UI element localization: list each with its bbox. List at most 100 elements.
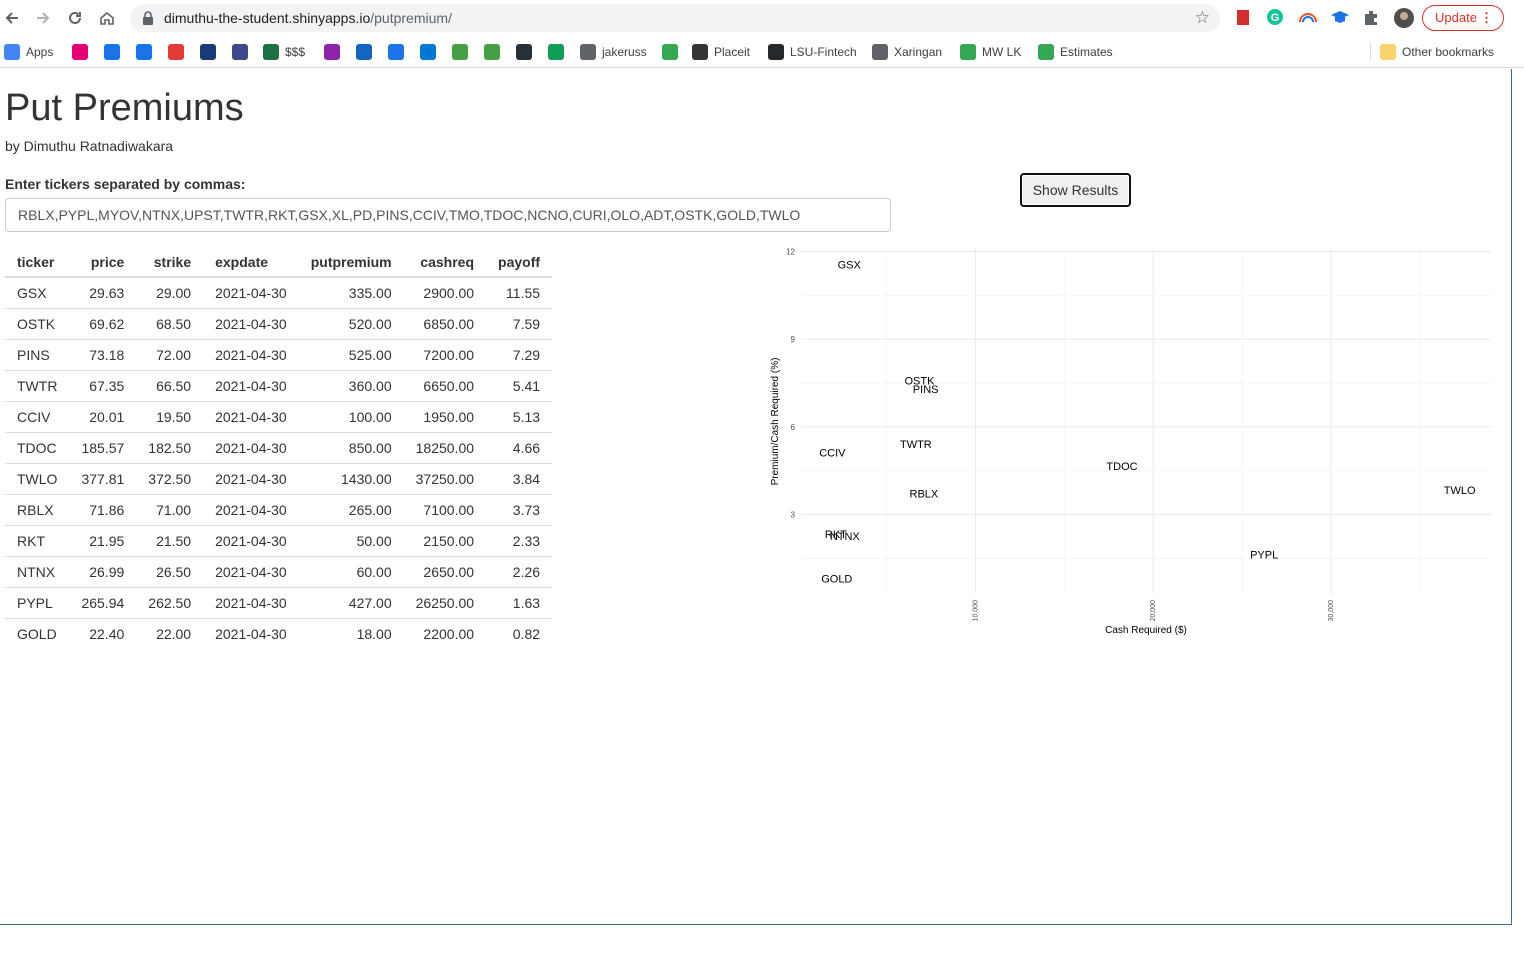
- point-label: GOLD: [821, 573, 852, 585]
- table-cell: GOLD: [5, 617, 70, 649]
- bookmark-item[interactable]: [200, 42, 222, 62]
- wikipedia-icon: [200, 44, 216, 60]
- tickers-label: Enter tickers separated by commas:: [5, 176, 246, 192]
- table-cell: 21.95: [69, 524, 137, 556]
- table-cell: 427.00: [298, 586, 404, 618]
- table-cell: 5.13: [486, 400, 553, 432]
- table-cell: 18250.00: [403, 431, 487, 463]
- bookmark-item[interactable]: $$$: [263, 42, 305, 62]
- table-cell: 72.00: [136, 338, 204, 370]
- update-button[interactable]: Update ⋮: [1422, 5, 1504, 31]
- table-cell: RKT: [5, 524, 70, 556]
- t-mobile-icon: [72, 44, 88, 60]
- table-cell: 1.63: [486, 586, 553, 618]
- x-tick-label: 20,000: [1150, 600, 1157, 622]
- table-cell: 26.50: [136, 555, 204, 587]
- bookmark-item[interactable]: Apps: [4, 42, 53, 62]
- bookmark-item[interactable]: [168, 42, 190, 62]
- bookmark-item[interactable]: Xaringan: [872, 42, 942, 62]
- table-cell: 7200.00: [403, 338, 487, 370]
- table-cell: TDOC: [5, 431, 70, 463]
- x-axis-title: Cash Required ($): [1105, 625, 1187, 636]
- tickers-input[interactable]: [5, 198, 891, 232]
- atom-icon: [356, 44, 372, 60]
- bookmark-item[interactable]: [136, 42, 158, 62]
- show-results-button[interactable]: Show Results: [1020, 173, 1131, 207]
- table-cell: PYPL: [5, 586, 70, 618]
- author-byline: by Dimuthu Ratnadiwakara: [5, 138, 174, 154]
- bookmark-item[interactable]: [324, 42, 346, 62]
- bookmark-item[interactable]: [516, 42, 538, 62]
- y-axis-title: Premium/Cash Required (%): [770, 358, 781, 486]
- table-row: TDOC 185.57 182.50 2021-04-30 850.00 18250.00…: [5, 431, 553, 463]
- bookmark-item[interactable]: [104, 42, 126, 62]
- column-header: payoff: [486, 247, 553, 278]
- bookmark-item[interactable]: [420, 42, 442, 62]
- table-body: GSX 29.63 29.00 2021-04-30 335.00 2900.00 11.5…: [5, 276, 553, 649]
- profile-avatar-icon[interactable]: [1394, 8, 1414, 28]
- table-cell: 2021-04-30: [203, 276, 299, 308]
- table-cell: 360.00: [298, 369, 404, 401]
- bookmark-item[interactable]: MW LK: [960, 42, 1021, 62]
- table-cell: 265.94: [69, 586, 137, 618]
- slack-icon: [324, 44, 340, 60]
- browser-toolbar: dimuthu-the-student.shinyapps.io/putprem…: [0, 0, 1524, 36]
- table-cell: 2021-04-30: [203, 400, 299, 432]
- rainbow-extension-icon[interactable]: [1298, 8, 1318, 28]
- bookmark-item[interactable]: [548, 42, 570, 62]
- table-cell: NTNX: [5, 555, 70, 587]
- table-cell: 1430.00: [298, 462, 404, 494]
- pdf-extension-icon[interactable]: [1234, 8, 1254, 28]
- bookmark-item[interactable]: Placeit: [692, 42, 750, 62]
- bookmark-item[interactable]: jakeruss: [580, 42, 647, 62]
- back-arrow-icon[interactable]: [2, 8, 22, 28]
- apps-grid-icon: [4, 44, 20, 60]
- address-bar[interactable]: dimuthu-the-student.shinyapps.io/putprem…: [130, 4, 1220, 32]
- point-label: RBLX: [910, 488, 939, 500]
- column-header: cashreq: [403, 247, 487, 278]
- bookmark-item[interactable]: LSU-Fintech: [768, 42, 857, 62]
- table-cell: PINS: [5, 338, 70, 370]
- y-tick-label: 6: [791, 423, 796, 432]
- table-cell: 2021-04-30: [203, 617, 299, 649]
- bookmark-item[interactable]: Estimates: [1038, 42, 1113, 62]
- results-table: ticker price strike expdate putpremium cashre…: [5, 247, 553, 649]
- extensions-puzzle-icon[interactable]: [1362, 8, 1382, 28]
- table-cell: GSX: [5, 276, 70, 308]
- other-bookmarks[interactable]: Other bookmarks: [1380, 42, 1494, 62]
- table-cell: 2900.00: [403, 276, 487, 308]
- table-cell: 2021-04-30: [203, 431, 299, 463]
- y-tick-label: 12: [786, 248, 795, 257]
- bookmark-item[interactable]: [388, 42, 410, 62]
- graduation-cap-icon[interactable]: [1330, 8, 1350, 28]
- table-row: OSTK 69.62 68.50 2021-04-30 520.00 6850.00 7.5…: [5, 307, 553, 339]
- bookmark-item[interactable]: [662, 42, 684, 62]
- news-icon: [516, 44, 532, 60]
- table-cell: 100.00: [298, 400, 404, 432]
- forward-arrow-icon[interactable]: [33, 8, 53, 28]
- grammarly-icon[interactable]: G: [1266, 8, 1286, 28]
- table-cell: 11.55: [486, 276, 553, 308]
- column-header: putpremium: [298, 247, 404, 278]
- bookmark-label: jakeruss: [602, 45, 647, 59]
- bookmark-item[interactable]: [484, 42, 506, 62]
- table-cell: 2021-04-30: [203, 524, 299, 556]
- reload-icon[interactable]: [65, 8, 85, 28]
- home-icon[interactable]: [97, 8, 117, 28]
- bookmark-app-icon: [168, 44, 184, 60]
- table-cell: 3.73: [486, 493, 553, 525]
- page-content: Put Premiums by Dimuthu Ratnadiwakara En…: [0, 69, 1512, 925]
- bookmark-star-icon[interactable]: ☆: [1195, 8, 1210, 28]
- bookmark-item[interactable]: [232, 42, 254, 62]
- bookmark-item[interactable]: [72, 42, 94, 62]
- table-cell: 2021-04-30: [203, 586, 299, 618]
- table-cell: 185.57: [69, 431, 137, 463]
- table-cell: 50.00: [298, 524, 404, 556]
- table-cell: 2021-04-30: [203, 307, 299, 339]
- table-cell: 73.18: [69, 338, 137, 370]
- bookmark-item[interactable]: [356, 42, 378, 62]
- bookmark-label: MW LK: [982, 45, 1022, 59]
- bookmark-item[interactable]: [452, 42, 474, 62]
- column-header: expdate: [203, 247, 299, 278]
- table-cell: CCIV: [5, 400, 70, 432]
